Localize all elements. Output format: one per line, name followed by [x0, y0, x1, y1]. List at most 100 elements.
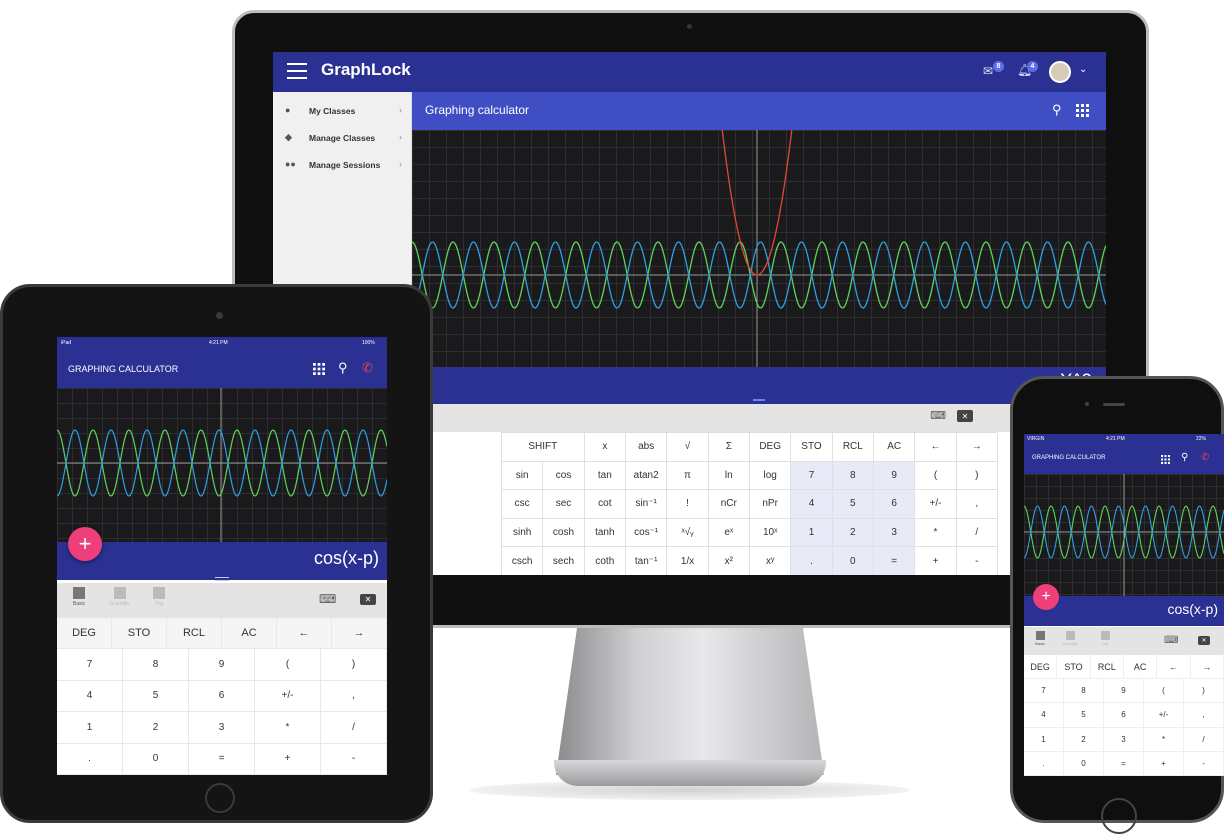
key-rcl[interactable]: RCL: [1090, 655, 1124, 680]
key-4[interactable]: 4: [57, 680, 123, 713]
key-1[interactable]: 1: [57, 712, 123, 744]
drag-handle[interactable]: [215, 577, 229, 581]
key-cos[interactable]: cos: [543, 461, 585, 491]
key-tanh[interactable]: tanh: [584, 518, 626, 548]
key-0[interactable]: 0: [832, 547, 874, 575]
key-e[interactable]: eˣ: [708, 518, 750, 548]
key-sin[interactable]: sin⁻¹: [626, 490, 668, 519]
graph-canvas[interactable]: [412, 130, 1106, 367]
tab-basic[interactable]: Basic: [1029, 631, 1051, 646]
keyboard-icon[interactable]: ⌨: [930, 410, 946, 422]
key-3[interactable]: 3: [1104, 727, 1144, 752]
apps-grid-icon[interactable]: [313, 363, 325, 375]
key-plus[interactable]: +: [255, 743, 321, 775]
key-divide[interactable]: /: [956, 518, 998, 548]
key-left-arrow[interactable]: ←: [277, 618, 332, 650]
key-7[interactable]: 7: [1024, 679, 1064, 704]
expression-bar[interactable]: cos(x-p): [57, 542, 387, 580]
key-decimal[interactable]: .: [791, 547, 833, 575]
key-npr[interactable]: nPr: [750, 490, 792, 519]
key-6[interactable]: 6: [1104, 703, 1144, 728]
backspace-icon[interactable]: ✕: [957, 410, 973, 422]
key-plus[interactable]: +: [915, 547, 957, 575]
key-0[interactable]: 0: [123, 743, 189, 775]
key-sec[interactable]: sec: [543, 490, 585, 519]
keyboard-icon[interactable]: ⌨: [1164, 635, 1178, 646]
key-cot[interactable]: cot: [584, 490, 626, 519]
key-ac[interactable]: AC: [874, 433, 916, 462]
tab-trig[interactable]: Trig: [1094, 631, 1116, 646]
key-x[interactable]: x: [584, 433, 626, 462]
tab-scientific[interactable]: Scientific: [104, 587, 136, 615]
key-divide[interactable]: /: [1184, 727, 1224, 752]
avatar[interactable]: [1049, 61, 1071, 83]
key-1[interactable]: 1: [791, 518, 833, 548]
key-right-arrow[interactable]: →: [332, 618, 387, 650]
key-multiply[interactable]: *: [915, 518, 957, 548]
key-multiply[interactable]: *: [1144, 727, 1184, 752]
drag-handle[interactable]: [753, 399, 765, 401]
key-deg[interactable]: DEG: [57, 618, 112, 650]
graph-canvas[interactable]: [1024, 474, 1224, 596]
key-ncr[interactable]: nCr: [708, 490, 750, 519]
search-icon[interactable]: ⚲: [338, 360, 348, 376]
key-equals[interactable]: =: [874, 547, 916, 575]
key-7[interactable]: 7: [57, 649, 123, 681]
key-sigma[interactable]: Σ: [708, 433, 750, 462]
key-close-paren[interactable]: ): [321, 649, 387, 681]
key-9[interactable]: 9: [189, 649, 255, 681]
key-2[interactable]: 2: [832, 518, 874, 548]
key-pi[interactable]: π: [667, 461, 709, 491]
graph-canvas[interactable]: [57, 388, 387, 542]
key-plus-minus[interactable]: +/-: [255, 680, 321, 713]
key-symbol[interactable]: ˣ√ᵧ: [667, 518, 709, 548]
key-8[interactable]: 8: [1064, 679, 1104, 704]
key-equals[interactable]: =: [1104, 751, 1144, 776]
key-divide[interactable]: /: [321, 712, 387, 744]
key-2[interactable]: 2: [123, 712, 189, 744]
key-minus[interactable]: -: [321, 743, 387, 775]
key-coth[interactable]: coth: [584, 547, 626, 575]
add-function-button[interactable]: +: [1033, 584, 1059, 610]
key-right-arrow[interactable]: →: [956, 433, 998, 462]
tab-basic[interactable]: Basic: [63, 587, 95, 615]
key-4[interactable]: 4: [791, 490, 833, 519]
add-function-button[interactable]: +: [68, 527, 102, 561]
key-open-paren[interactable]: (: [1144, 679, 1184, 704]
key-rcl[interactable]: RCL: [167, 618, 222, 650]
key-shift[interactable]: SHIFT: [502, 433, 585, 462]
phone-call-icon[interactable]: ✆: [362, 360, 373, 376]
key-0[interactable]: 0: [1064, 751, 1104, 776]
key-plus[interactable]: +: [1144, 751, 1184, 776]
key-left-arrow[interactable]: ←: [915, 433, 957, 462]
key-rcl[interactable]: RCL: [832, 433, 874, 462]
key-abs[interactable]: abs: [626, 433, 668, 462]
key-7[interactable]: 7: [791, 461, 833, 491]
key-multiply[interactable]: *: [255, 712, 321, 744]
key-tan[interactable]: tan: [584, 461, 626, 491]
key-8[interactable]: 8: [123, 649, 189, 681]
key-sqrt[interactable]: √: [667, 433, 709, 462]
home-button[interactable]: [1101, 798, 1137, 834]
key-sinh[interactable]: sinh: [502, 518, 544, 548]
key-left-arrow[interactable]: ←: [1157, 655, 1191, 680]
search-icon[interactable]: ⚲: [1052, 102, 1062, 118]
key-ln[interactable]: ln: [708, 461, 750, 491]
key-1[interactable]: 1: [1024, 727, 1064, 752]
apps-grid-icon[interactable]: [1076, 104, 1089, 117]
backspace-icon[interactable]: ✕: [1198, 636, 1210, 645]
keyboard-icon[interactable]: ⌨: [319, 592, 336, 606]
backspace-icon[interactable]: ✕: [360, 594, 376, 605]
key-3[interactable]: 3: [874, 518, 916, 548]
key-ac[interactable]: AC: [1124, 655, 1158, 680]
tab-trig[interactable]: Trig: [143, 587, 175, 615]
key-5[interactable]: 5: [1064, 703, 1104, 728]
menu-icon[interactable]: [287, 63, 307, 79]
key-close-paren[interactable]: ): [1184, 679, 1224, 704]
key-1-x[interactable]: 1/x: [667, 547, 709, 575]
key-csch[interactable]: csch: [502, 547, 544, 575]
key-5[interactable]: 5: [832, 490, 874, 519]
key-sto[interactable]: STO: [791, 433, 833, 462]
key-atan2[interactable]: atan2: [626, 461, 668, 491]
key-tan[interactable]: tan⁻¹: [626, 547, 668, 575]
